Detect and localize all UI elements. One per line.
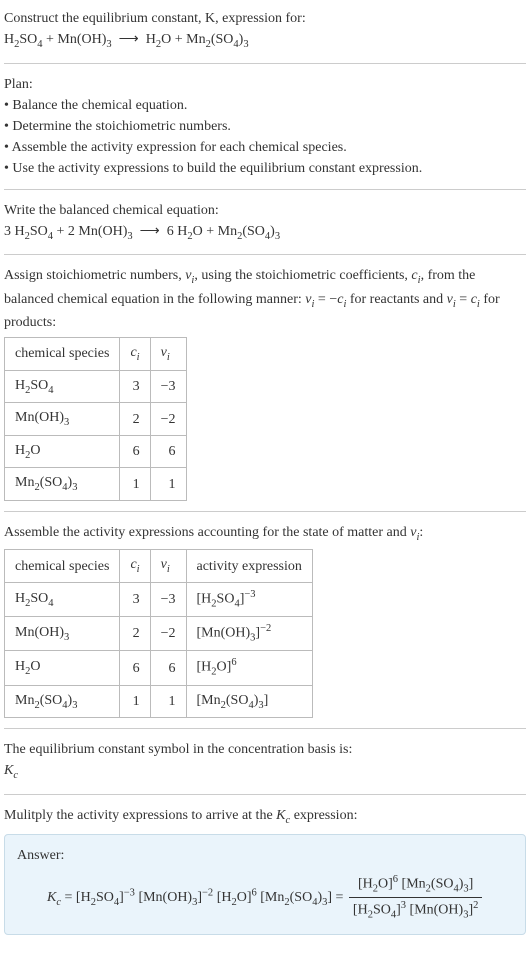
plan-item: • Determine the stoichiometric numbers.: [4, 116, 526, 137]
cell-species: Mn(OH)3: [5, 403, 120, 436]
answer-expression: Kc = [H2SO4]−3 [Mn(OH)3]−2 [H2O]6 [Mn2(S…: [17, 872, 513, 923]
stoich-table: chemical species ci νi H2SO4 3 −3 Mn(OH)…: [4, 337, 187, 501]
cell-v: −3: [150, 583, 186, 617]
frac-denominator: [H2SO4]3 [Mn(OH)3]2: [349, 898, 482, 923]
cell-activity: [Mn(OH)3]−2: [186, 617, 312, 651]
cell-species: H2SO4: [5, 370, 120, 403]
cell-species: H2O: [5, 435, 120, 468]
table-row: H2O 6 6 [H2O]6: [5, 651, 313, 685]
table-row: Mn2(SO4)3 1 1 [Mn2(SO4)3]: [5, 685, 313, 718]
table-row: H2SO4 3 −3: [5, 370, 187, 403]
table-row: Mn(OH)3 2 −2: [5, 403, 187, 436]
col-species: chemical species: [5, 338, 120, 371]
multiply-section: Mulitply the activity expressions to arr…: [4, 805, 526, 935]
cell-c: 1: [120, 685, 150, 718]
answer-label: Answer:: [17, 845, 513, 866]
table-row: H2O 6 6: [5, 435, 187, 468]
cell-v: −3: [150, 370, 186, 403]
balanced-title: Write the balanced chemical equation:: [4, 200, 526, 221]
cell-c: 3: [120, 370, 150, 403]
intro-section: Construct the equilibrium constant, K, e…: [4, 8, 526, 64]
cell-c: 2: [120, 403, 150, 436]
cell-v: 6: [150, 435, 186, 468]
col-c: ci: [120, 338, 150, 371]
cell-v: 1: [150, 468, 186, 501]
table-header-row: chemical species ci νi activity expressi…: [5, 550, 313, 583]
cell-activity: [H2SO4]−3: [186, 583, 312, 617]
plan-section: Plan: • Balance the chemical equation. •…: [4, 74, 526, 190]
activity-intro: Assemble the activity expressions accoun…: [4, 522, 526, 546]
symbol-line2: Kc: [4, 760, 526, 784]
cell-v: 6: [150, 651, 186, 685]
balanced-equation: 3 H2SO4 + 2 Mn(OH)3 ⟶ 6 H2O + Mn2(SO4)3: [4, 221, 526, 245]
stoich-section: Assign stoichiometric numbers, νi, using…: [4, 265, 526, 512]
cell-activity: [H2O]6: [186, 651, 312, 685]
cell-v: −2: [150, 617, 186, 651]
frac-numerator: [H2O]6 [Mn2(SO4)3]: [349, 872, 482, 898]
answer-box: Answer: Kc = [H2SO4]−3 [Mn(OH)3]−2 [H2O]…: [4, 834, 526, 934]
cell-species: H2SO4: [5, 583, 120, 617]
col-activity: activity expression: [186, 550, 312, 583]
cell-c: 1: [120, 468, 150, 501]
intro-equation: H2SO4 + Mn(OH)3 ⟶ H2O + Mn2(SO4)3: [4, 29, 526, 53]
table-header-row: chemical species ci νi: [5, 338, 187, 371]
cell-species: Mn2(SO4)3: [5, 468, 120, 501]
table-row: H2SO4 3 −3 [H2SO4]−3: [5, 583, 313, 617]
plan-item: • Use the activity expressions to build …: [4, 158, 526, 179]
stoich-intro: Assign stoichiometric numbers, νi, using…: [4, 265, 526, 333]
cell-c: 6: [120, 651, 150, 685]
cell-species: H2O: [5, 651, 120, 685]
plan-item: • Assemble the activity expression for e…: [4, 137, 526, 158]
col-species: chemical species: [5, 550, 120, 583]
cell-c: 2: [120, 617, 150, 651]
table-row: Mn2(SO4)3 1 1: [5, 468, 187, 501]
col-v: νi: [150, 338, 186, 371]
cell-v: −2: [150, 403, 186, 436]
plan-item: • Balance the chemical equation.: [4, 95, 526, 116]
kc-expression: Kc = [H2SO4]−3 [Mn(OH)3]−2 [H2O]6 [Mn2(S…: [47, 890, 347, 905]
balanced-section: Write the balanced chemical equation: 3 …: [4, 200, 526, 256]
intro-line: Construct the equilibrium constant, K, e…: [4, 8, 526, 29]
table-row: Mn(OH)3 2 −2 [Mn(OH)3]−2: [5, 617, 313, 651]
multiply-line: Mulitply the activity expressions to arr…: [4, 805, 526, 829]
cell-species: Mn2(SO4)3: [5, 685, 120, 718]
activity-section: Assemble the activity expressions accoun…: [4, 522, 526, 729]
col-v: νi: [150, 550, 186, 583]
activity-table: chemical species ci νi activity expressi…: [4, 549, 313, 718]
kc-fraction: [H2O]6 [Mn2(SO4)3][H2SO4]3 [Mn(OH)3]2: [349, 872, 482, 923]
cell-c: 6: [120, 435, 150, 468]
cell-activity: [Mn2(SO4)3]: [186, 685, 312, 718]
cell-v: 1: [150, 685, 186, 718]
cell-species: Mn(OH)3: [5, 617, 120, 651]
symbol-line1: The equilibrium constant symbol in the c…: [4, 739, 526, 760]
symbol-section: The equilibrium constant symbol in the c…: [4, 739, 526, 795]
plan-title: Plan:: [4, 74, 526, 95]
cell-c: 3: [120, 583, 150, 617]
col-c: ci: [120, 550, 150, 583]
